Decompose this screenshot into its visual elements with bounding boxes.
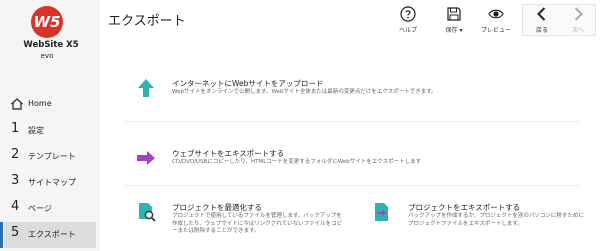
sidebar: W5 WebSite X5 evo Home 1 設定 2 テンプレート 3 サ… xyxy=(0,0,100,251)
upload-title: インターネットにWebサイトをアップロード xyxy=(172,79,324,88)
divider xyxy=(125,121,580,122)
header: エクスポート ヘルプ 保存 ▾ プレビュー 戻る 次へ xyxy=(100,0,600,40)
chevron-right-icon xyxy=(574,7,583,21)
sidebar-item-label: ページ xyxy=(28,204,52,213)
help-label: ヘルプ xyxy=(398,27,417,34)
upload-desc: Webサイトをオンラインで公開します。Webサイト全体または最新の変更点だけをエ… xyxy=(172,89,437,95)
eye-icon xyxy=(488,9,504,19)
chevron-left-icon xyxy=(537,7,546,21)
logo-mark: W5 xyxy=(31,6,63,38)
upload-arrow-icon xyxy=(138,79,154,97)
sidebar-item-label: サイトマップ xyxy=(28,178,76,187)
sidebar-item-sitemap[interactable]: 3 サイトマップ xyxy=(4,170,96,196)
save-label: 保存 ▾ xyxy=(445,27,463,34)
export-project-title: プロジェクトをエキスポートする xyxy=(408,203,521,212)
export-project-icon xyxy=(375,203,388,221)
sidebar-item-label: エクスポート xyxy=(28,230,76,239)
logo-name: WebSite X5 xyxy=(23,40,79,50)
sidebar-item-number: 4 xyxy=(11,199,20,214)
export-site-option[interactable]: ウェブサイトをエキスポートする CD/DVD/USBにコピーしたり、HTMLコー… xyxy=(136,148,556,178)
sidebar-item-label: 設定 xyxy=(28,126,44,135)
logo-mark-text: W5 xyxy=(33,13,61,31)
optimize-project-desc: プロジェクトで使用しているファイルを管理します。バックアップを作成したり、ウェブ… xyxy=(172,213,343,234)
sidebar-item-label: Home xyxy=(28,99,52,108)
sidebar-item-number: 3 xyxy=(11,173,20,188)
home-icon xyxy=(11,98,23,110)
next-label: 次へ xyxy=(571,27,584,34)
sidebar-item-number: 5 xyxy=(11,225,20,240)
export-site-title: ウェブサイトをエキスポートする xyxy=(172,149,285,158)
sidebar-item-home[interactable]: Home xyxy=(4,92,96,118)
app-logo: W5 WebSite X5 evo xyxy=(22,6,79,62)
export-site-desc: CD/DVD/USBにコピーしたり、HTMLコードを変更するフォルダにWebサイ… xyxy=(172,159,422,165)
wizard-navigation: 戻る 次へ xyxy=(522,4,596,36)
back-button[interactable]: 戻る xyxy=(524,6,560,36)
back-label: 戻る xyxy=(535,27,548,34)
sidebar-nav: Home 1 設定 2 テンプレート 3 サイトマップ 4 ページ 5 エクスポ… xyxy=(0,92,100,248)
help-button[interactable]: ヘルプ xyxy=(390,6,426,36)
export-arrow-icon xyxy=(137,151,155,165)
divider xyxy=(125,185,580,186)
optimize-project-icon xyxy=(139,203,156,222)
export-project-option[interactable]: プロジェクトをエキスポートする バックアップを作成するか、プロジェクトを別のパソ… xyxy=(372,202,584,242)
sidebar-item-export[interactable]: 5 エクスポート xyxy=(0,222,96,248)
sidebar-item-number: 2 xyxy=(11,147,20,162)
sidebar-item-number: 1 xyxy=(11,121,20,136)
sidebar-item-settings[interactable]: 1 設定 xyxy=(4,118,96,144)
save-button[interactable]: 保存 ▾ xyxy=(436,6,472,36)
help-icon xyxy=(400,6,416,22)
sidebar-item-template[interactable]: 2 テンプレート xyxy=(4,144,96,170)
optimize-project-option[interactable]: プロジェクトを最適化する プロジェクトで使用しているファイルを管理します。バック… xyxy=(136,202,342,242)
preview-button[interactable]: プレビュー xyxy=(478,6,514,36)
page-title: エクスポート xyxy=(108,14,186,29)
export-project-desc: バックアップを作成するか、プロジェクトを別のパソコンに移すために プロジェクトフ… xyxy=(408,213,584,227)
sidebar-item-label: テンプレート xyxy=(28,152,76,161)
preview-label: プレビュー xyxy=(480,27,511,34)
logo-sub: evo xyxy=(40,52,54,60)
sidebar-item-pages[interactable]: 4 ページ xyxy=(4,196,96,222)
next-button[interactable]: 次へ xyxy=(560,6,596,36)
upload-option[interactable]: インターネットにWebサイトをアップロード Webサイトをオンラインで公開します… xyxy=(136,78,556,108)
optimize-project-title: プロジェクトを最適化する xyxy=(172,203,262,212)
main-content: インターネットにWebサイトをアップロード Webサイトをオンラインで公開します… xyxy=(100,40,600,251)
save-icon xyxy=(447,7,461,21)
